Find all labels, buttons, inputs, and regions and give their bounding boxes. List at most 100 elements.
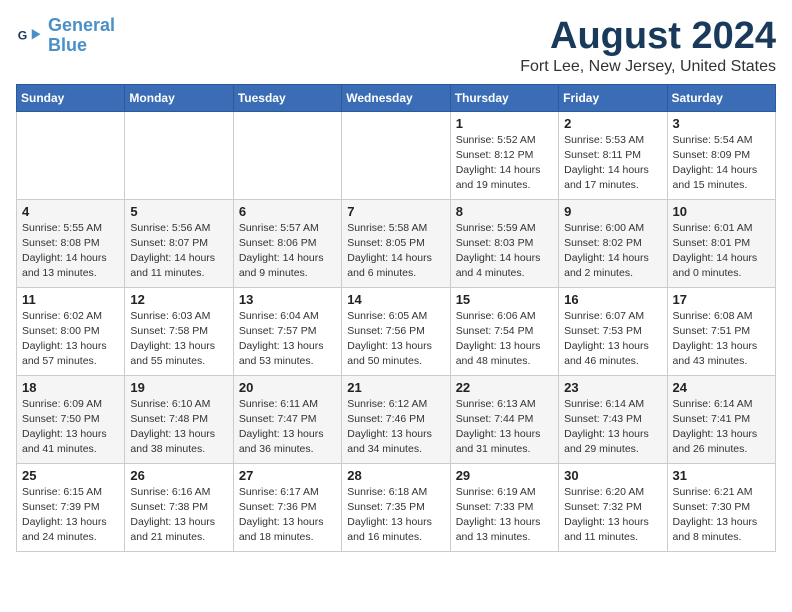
calendar-cell: 29 Sunrise: 6:19 AMSunset: 7:33 PMDayligh… — [450, 463, 558, 551]
calendar-cell: 7Sunrise: 5:58 AMSunset: 8:05 PMDaylight… — [342, 199, 450, 287]
title-area: August 2024 Fort Lee, New Jersey, United… — [520, 16, 776, 76]
calendar-cell: 9 Sunrise: 6:00 AMSunset: 8:02 PMDaylight… — [559, 199, 667, 287]
calendar-cell: 16Sunrise: 6:07 AMSunset: 7:53 PMDayligh… — [559, 287, 667, 375]
calendar-cell: 12 Sunrise: 6:03 AMSunset: 7:58 PMDayligh… — [125, 287, 233, 375]
day-number: 7 — [347, 204, 444, 219]
day-number: 24 — [673, 380, 770, 395]
calendar-cell — [342, 111, 450, 199]
calendar-cell: 15 Sunrise: 6:06 AMSunset: 7:54 PMDayligh… — [450, 287, 558, 375]
weekday-header-friday: Friday — [559, 84, 667, 111]
day-number: 4 — [22, 204, 119, 219]
day-info: Sunrise: 5:59 AMSunset: 8:03 PMDaylight:… — [456, 221, 553, 282]
day-number: 19 — [130, 380, 227, 395]
day-number: 9 — [564, 204, 661, 219]
svg-text:G: G — [18, 28, 28, 42]
weekday-header-monday: Monday — [125, 84, 233, 111]
logo: G General Blue — [16, 16, 115, 56]
weekday-header-wednesday: Wednesday — [342, 84, 450, 111]
day-number: 23 — [564, 380, 661, 395]
day-info: Sunrise: 6:02 AMSunset: 8:00 PMDaylight:… — [22, 309, 119, 370]
page-header: G General Blue August 2024 Fort Lee, New… — [16, 16, 776, 76]
day-number: 12 — [130, 292, 227, 307]
day-info: Sunrise: 6:01 AMSunset: 8:01 PMDaylight:… — [673, 221, 770, 282]
calendar-cell: 18 Sunrise: 6:09 AMSunset: 7:50 PMDayligh… — [17, 375, 125, 463]
week-row-4: 18 Sunrise: 6:09 AMSunset: 7:50 PMDayligh… — [17, 375, 776, 463]
calendar-cell: 23Sunrise: 6:14 AMSunset: 7:43 PMDayligh… — [559, 375, 667, 463]
day-number: 11 — [22, 292, 119, 307]
calendar-cell: 27 Sunrise: 6:17 AMSunset: 7:36 PMDayligh… — [233, 463, 341, 551]
day-number: 20 — [239, 380, 336, 395]
day-info: Sunrise: 6:19 AMSunset: 7:33 PMDaylight:… — [456, 485, 553, 546]
calendar-cell: 26Sunrise: 6:16 AMSunset: 7:38 PMDayligh… — [125, 463, 233, 551]
day-info: Sunrise: 6:21 AMSunset: 7:30 PMDaylight:… — [673, 485, 770, 546]
calendar-cell: 4 Sunrise: 5:55 AMSunset: 8:08 PMDaylight… — [17, 199, 125, 287]
day-number: 3 — [673, 116, 770, 131]
weekday-header-thursday: Thursday — [450, 84, 558, 111]
calendar-cell: 19Sunrise: 6:10 AMSunset: 7:48 PMDayligh… — [125, 375, 233, 463]
day-info: Sunrise: 6:11 AMSunset: 7:47 PMDaylight:… — [239, 397, 336, 458]
calendar-cell: 3 Sunrise: 5:54 AMSunset: 8:09 PMDaylight… — [667, 111, 775, 199]
calendar-cell: 2 Sunrise: 5:53 AMSunset: 8:11 PMDaylight… — [559, 111, 667, 199]
calendar-cell: 24Sunrise: 6:14 AMSunset: 7:41 PMDayligh… — [667, 375, 775, 463]
day-info: Sunrise: 6:20 AMSunset: 7:32 PMDaylight:… — [564, 485, 661, 546]
day-number: 14 — [347, 292, 444, 307]
day-number: 13 — [239, 292, 336, 307]
day-number: 15 — [456, 292, 553, 307]
logo-icon: G — [16, 22, 44, 50]
day-info: Sunrise: 5:55 AMSunset: 8:08 PMDaylight:… — [22, 221, 119, 282]
calendar-cell: 8 Sunrise: 5:59 AMSunset: 8:03 PMDaylight… — [450, 199, 558, 287]
week-row-1: 1Sunrise: 5:52 AMSunset: 8:12 PMDaylight… — [17, 111, 776, 199]
day-info: Sunrise: 6:03 AMSunset: 7:58 PMDaylight:… — [130, 309, 227, 370]
day-number: 28 — [347, 468, 444, 483]
day-info: Sunrise: 6:08 AMSunset: 7:51 PMDaylight:… — [673, 309, 770, 370]
calendar-cell: 5Sunrise: 5:56 AMSunset: 8:07 PMDaylight… — [125, 199, 233, 287]
week-row-3: 11 Sunrise: 6:02 AMSunset: 8:00 PMDayligh… — [17, 287, 776, 375]
day-info: Sunrise: 6:05 AMSunset: 7:56 PMDaylight:… — [347, 309, 444, 370]
day-info: Sunrise: 6:07 AMSunset: 7:53 PMDaylight:… — [564, 309, 661, 370]
calendar-cell: 22Sunrise: 6:13 AMSunset: 7:44 PMDayligh… — [450, 375, 558, 463]
day-number: 8 — [456, 204, 553, 219]
day-number: 10 — [673, 204, 770, 219]
day-number: 25 — [22, 468, 119, 483]
weekday-header-saturday: Saturday — [667, 84, 775, 111]
weekday-header-tuesday: Tuesday — [233, 84, 341, 111]
day-info: Sunrise: 5:53 AMSunset: 8:11 PMDaylight:… — [564, 133, 661, 194]
calendar-cell: 30 Sunrise: 6:20 AMSunset: 7:32 PMDayligh… — [559, 463, 667, 551]
calendar-cell: 31 Sunrise: 6:21 AMSunset: 7:30 PMDayligh… — [667, 463, 775, 551]
day-number: 6 — [239, 204, 336, 219]
calendar-cell: 6 Sunrise: 5:57 AMSunset: 8:06 PMDaylight… — [233, 199, 341, 287]
calendar-cell: 11 Sunrise: 6:02 AMSunset: 8:00 PMDayligh… — [17, 287, 125, 375]
day-info: Sunrise: 5:57 AMSunset: 8:06 PMDaylight:… — [239, 221, 336, 282]
calendar-cell: 10 Sunrise: 6:01 AMSunset: 8:01 PMDayligh… — [667, 199, 775, 287]
logo-text: General Blue — [48, 16, 115, 56]
day-number: 18 — [22, 380, 119, 395]
day-number: 29 — [456, 468, 553, 483]
calendar-cell: 28Sunrise: 6:18 AMSunset: 7:35 PMDayligh… — [342, 463, 450, 551]
day-info: Sunrise: 6:00 AMSunset: 8:02 PMDaylight:… — [564, 221, 661, 282]
calendar-cell: 14 Sunrise: 6:05 AMSunset: 7:56 PMDayligh… — [342, 287, 450, 375]
day-info: Sunrise: 5:52 AMSunset: 8:12 PMDaylight:… — [456, 133, 553, 194]
day-number: 30 — [564, 468, 661, 483]
calendar-cell: 1Sunrise: 5:52 AMSunset: 8:12 PMDaylight… — [450, 111, 558, 199]
day-info: Sunrise: 6:09 AMSunset: 7:50 PMDaylight:… — [22, 397, 119, 458]
calendar-cell: 25 Sunrise: 6:15 AMSunset: 7:39 PMDayligh… — [17, 463, 125, 551]
day-info: Sunrise: 6:17 AMSunset: 7:36 PMDaylight:… — [239, 485, 336, 546]
day-info: Sunrise: 6:13 AMSunset: 7:44 PMDaylight:… — [456, 397, 553, 458]
calendar-cell: 13 Sunrise: 6:04 AMSunset: 7:57 PMDayligh… — [233, 287, 341, 375]
day-info: Sunrise: 6:04 AMSunset: 7:57 PMDaylight:… — [239, 309, 336, 370]
day-number: 31 — [673, 468, 770, 483]
calendar-cell: 17Sunrise: 6:08 AMSunset: 7:51 PMDayligh… — [667, 287, 775, 375]
location-title: Fort Lee, New Jersey, United States — [520, 58, 776, 76]
month-title: August 2024 — [520, 16, 776, 58]
calendar-cell: 20 Sunrise: 6:11 AMSunset: 7:47 PMDayligh… — [233, 375, 341, 463]
day-info: Sunrise: 6:06 AMSunset: 7:54 PMDaylight:… — [456, 309, 553, 370]
day-info: Sunrise: 6:16 AMSunset: 7:38 PMDaylight:… — [130, 485, 227, 546]
day-number: 27 — [239, 468, 336, 483]
day-number: 5 — [130, 204, 227, 219]
day-info: Sunrise: 6:15 AMSunset: 7:39 PMDaylight:… — [22, 485, 119, 546]
day-number: 21 — [347, 380, 444, 395]
day-info: Sunrise: 5:54 AMSunset: 8:09 PMDaylight:… — [673, 133, 770, 194]
calendar-cell — [233, 111, 341, 199]
day-number: 2 — [564, 116, 661, 131]
calendar-cell — [125, 111, 233, 199]
